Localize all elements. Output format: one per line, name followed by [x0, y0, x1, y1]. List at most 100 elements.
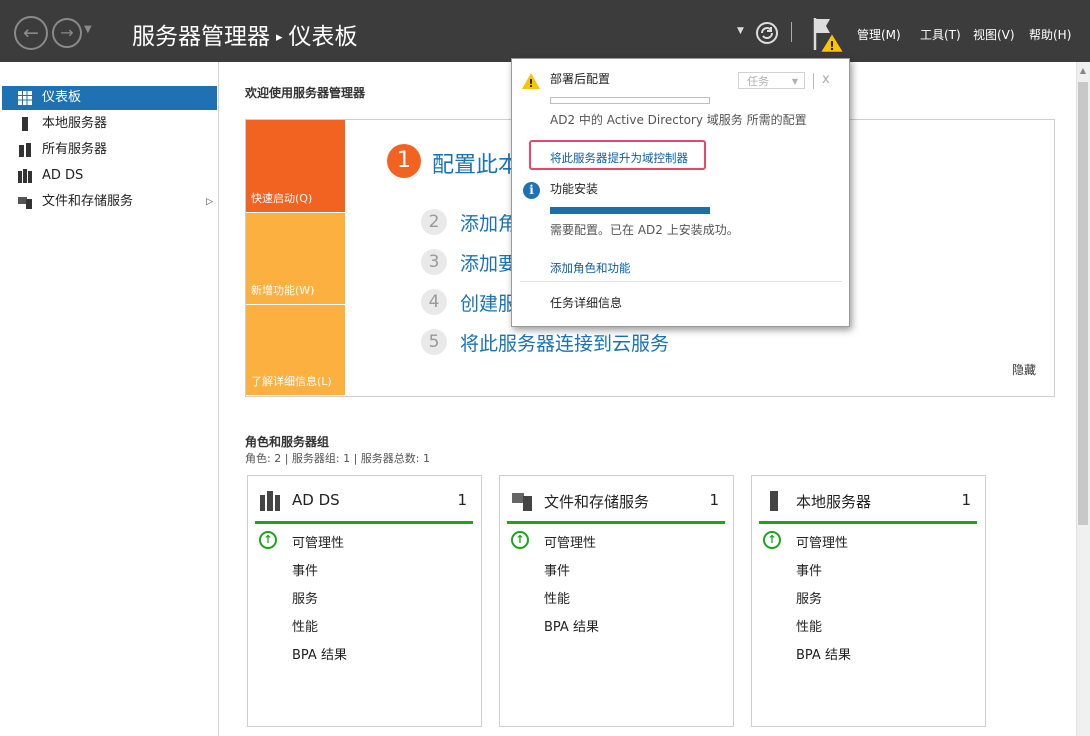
dashboard-grid-icon	[18, 91, 32, 105]
roles-summary: 角色: 2 | 服务器组: 1 | 服务器总数: 1	[245, 452, 431, 465]
notification-dropdown-icon[interactable]: ▼	[737, 26, 744, 36]
card-row-services[interactable]: 服务	[292, 588, 318, 607]
warning-icon: !	[522, 73, 540, 89]
post-deploy-text: AD2 中的 Active Directory 域服务 所需的配置	[550, 113, 807, 127]
card-row-bpa[interactable]: BPA 结果	[292, 644, 347, 663]
file-storage-icon	[18, 197, 32, 209]
breadcrumb-separator: ▸	[276, 30, 283, 45]
menu-view[interactable]: 视图(V)	[973, 26, 1015, 43]
card-row-events[interactable]: 事件	[544, 560, 570, 579]
role-card-file-storage[interactable]: 文件和存储服务 1 ↑ 可管理性 事件 性能 BPA 结果	[499, 475, 734, 727]
card-row-events[interactable]: 事件	[796, 560, 822, 579]
card-row-bpa[interactable]: BPA 结果	[796, 644, 851, 663]
title-bar: ← → ▼ 服务器管理器 ▸ 仪表板 ▼ ! 管理(M) 工具(T) 视图(V) 帮…	[0, 0, 1090, 62]
forward-arrow-icon[interactable]: →	[52, 18, 82, 48]
step-link-add-servers[interactable]: 添加要	[460, 249, 517, 276]
tile-whats-new[interactable]: 新增功能(W)	[246, 213, 345, 304]
sidebar-item-label: 仪表板	[42, 90, 82, 105]
task-button[interactable]: 任务 ▼	[738, 72, 805, 89]
card-row-events[interactable]: 事件	[292, 560, 318, 579]
file-storage-icon	[512, 493, 532, 511]
sidebar-item-ad-ds[interactable]: AD DS	[2, 164, 217, 188]
sidebar: 仪表板 本地服务器 所有服务器 AD DS 文件和存储服务 ▷	[0, 62, 219, 736]
progress-bar-complete	[550, 207, 710, 214]
step-link-add-roles[interactable]: 添加角	[460, 209, 517, 236]
back-arrow-icon[interactable]: ←	[14, 16, 48, 50]
info-icon: i	[523, 182, 540, 199]
welcome-title: 欢迎使用服务器管理器	[245, 86, 366, 100]
tile-label: 快速启动(Q)	[251, 192, 313, 205]
sidebar-item-file-storage[interactable]: 文件和存储服务 ▷	[2, 190, 217, 214]
chevron-down-icon: ▼	[791, 77, 798, 86]
role-card-ad-ds[interactable]: AD DS 1 ↑ 可管理性 事件 服务 性能 BPA 结果	[247, 475, 482, 727]
up-arrow-ok-icon: ↑	[511, 531, 529, 549]
sidebar-item-label: 文件和存储服务	[42, 194, 134, 209]
toolbar-divider	[791, 22, 792, 42]
card-row-performance[interactable]: 性能	[544, 588, 570, 607]
card-row-manageability[interactable]: 可管理性	[544, 532, 596, 551]
step-link-configure[interactable]: 配置此本	[432, 147, 520, 179]
divider	[813, 73, 814, 89]
breadcrumb-current: 仪表板	[288, 24, 358, 50]
menu-tools[interactable]: 工具(T)	[920, 26, 961, 43]
card-row-manageability[interactable]: 可管理性	[292, 532, 344, 551]
refresh-icon[interactable]	[755, 21, 779, 45]
tile-label: 新增功能(W)	[251, 284, 315, 297]
tile-quick-start[interactable]: 快速启动(Q)	[246, 120, 345, 212]
status-bar	[507, 521, 725, 524]
menu-help[interactable]: 帮助(H)	[1029, 26, 1071, 43]
sidebar-item-dashboard[interactable]: 仪表板	[2, 86, 217, 110]
roles-title: 角色和服务器组	[245, 435, 330, 449]
status-bar	[255, 521, 473, 524]
expand-arrow-icon[interactable]: ▷	[206, 190, 213, 214]
sidebar-item-label: 所有服务器	[42, 142, 108, 157]
card-title: 本地服务器	[796, 493, 872, 511]
menu-manage[interactable]: 管理(M)	[857, 26, 901, 43]
up-arrow-ok-icon: ↑	[763, 531, 781, 549]
card-row-manageability[interactable]: 可管理性	[796, 532, 848, 551]
role-card-local-server[interactable]: 本地服务器 1 ↑ 可管理性 事件 服务 性能 BPA 结果	[751, 475, 986, 727]
up-arrow-ok-icon: ↑	[259, 531, 277, 549]
hide-link[interactable]: 隐藏	[1012, 361, 1036, 378]
post-deploy-title: 部署后配置	[550, 72, 611, 86]
servers-icon	[19, 143, 31, 157]
card-title: AD DS	[292, 491, 340, 509]
close-icon[interactable]: x	[822, 72, 830, 87]
notification-popup: ! 部署后配置 任务 ▼ x AD2 中的 Active Directory 域…	[511, 58, 850, 327]
step-number: 1	[387, 144, 421, 178]
card-title: 文件和存储服务	[544, 493, 650, 511]
step-number: 4	[421, 289, 447, 315]
card-row-performance[interactable]: 性能	[292, 616, 318, 635]
notification-flag-icon[interactable]: !	[812, 16, 846, 54]
card-count: 1	[961, 491, 971, 509]
step-number: 5	[421, 329, 447, 355]
scrollbar-thumb[interactable]	[1078, 82, 1088, 525]
svg-text:!: !	[829, 39, 834, 53]
task-details-link[interactable]: 任务详细信息	[550, 294, 622, 311]
ad-ds-icon	[18, 169, 32, 183]
step-number: 2	[421, 209, 447, 235]
breadcrumb: 服务器管理器 ▸ 仪表板	[132, 17, 358, 51]
add-roles-link[interactable]: 添加角色和功能	[550, 260, 631, 276]
task-button-label: 任务	[747, 75, 769, 88]
progress-bar-empty	[550, 97, 710, 104]
tile-learn-more[interactable]: 了解详细信息(L)	[246, 305, 345, 395]
step-link-create-group[interactable]: 创建服	[460, 289, 517, 316]
card-count: 1	[457, 491, 467, 509]
sidebar-item-all-servers[interactable]: 所有服务器	[2, 138, 217, 162]
card-row-services[interactable]: 服务	[796, 588, 822, 607]
dropdown-arrow-icon[interactable]: ▼	[84, 24, 92, 35]
card-row-bpa[interactable]: BPA 结果	[544, 616, 599, 635]
sidebar-item-local-server[interactable]: 本地服务器	[2, 112, 217, 136]
breadcrumb-root[interactable]: 服务器管理器	[132, 24, 270, 50]
step-link-connect-cloud[interactable]: 将此服务器连接到云服务	[460, 329, 669, 356]
card-count: 1	[709, 491, 719, 509]
sidebar-item-label: AD DS	[42, 168, 84, 183]
sidebar-item-label: 本地服务器	[42, 116, 108, 131]
scroll-up-arrow-icon[interactable]: ▲	[1076, 66, 1090, 75]
tile-label: 了解详细信息(L)	[251, 375, 332, 388]
server-icon	[22, 117, 28, 131]
card-row-performance[interactable]: 性能	[796, 616, 822, 635]
promote-dc-link[interactable]: 将此服务器提升为域控制器	[550, 150, 688, 166]
server-icon	[770, 491, 778, 511]
